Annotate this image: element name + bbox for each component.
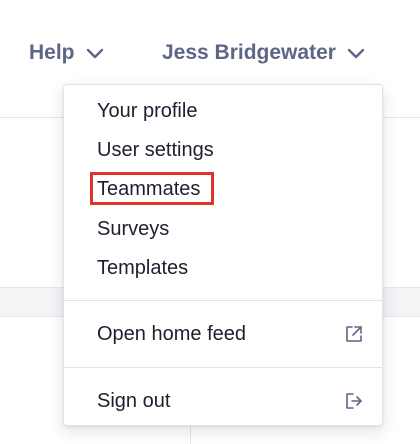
help-menu-button[interactable]: Help [29, 38, 106, 68]
menu-item-user-settings[interactable]: User settings [64, 132, 382, 168]
sign-out-icon [346, 393, 362, 409]
menu-item-label: Surveys [97, 217, 170, 240]
menu-item-label: Sign out [97, 389, 171, 412]
menu-item-templates[interactable]: Templates [64, 250, 382, 286]
chevron-down-icon [86, 48, 103, 59]
menu-item-label: Your profile [97, 99, 198, 122]
menu-item-open-home-feed[interactable]: Open home feed [64, 316, 382, 352]
menu-item-teammates[interactable]: Teammates [64, 171, 382, 207]
menu-item-label: Templates [97, 256, 189, 279]
user-dropdown-menu: Your profile User settings Teammates Sur… [63, 84, 383, 426]
chevron-down-icon [347, 48, 365, 59]
external-link-icon [346, 326, 362, 342]
menu-item-your-profile[interactable]: Your profile [64, 93, 382, 129]
menu-item-surveys[interactable]: Surveys [64, 211, 382, 247]
menu-item-label: User settings [97, 138, 214, 161]
help-label: Help [29, 41, 75, 64]
menu-item-label: Teammates [97, 177, 201, 200]
menu-divider [64, 367, 382, 368]
menu-item-sign-out[interactable]: Sign out [64, 383, 382, 419]
menu-item-label: Open home feed [97, 322, 246, 345]
user-name-label: Jess Bridgewater [162, 41, 336, 64]
menu-divider [64, 300, 382, 301]
user-menu-button[interactable]: Jess Bridgewater [162, 38, 367, 68]
